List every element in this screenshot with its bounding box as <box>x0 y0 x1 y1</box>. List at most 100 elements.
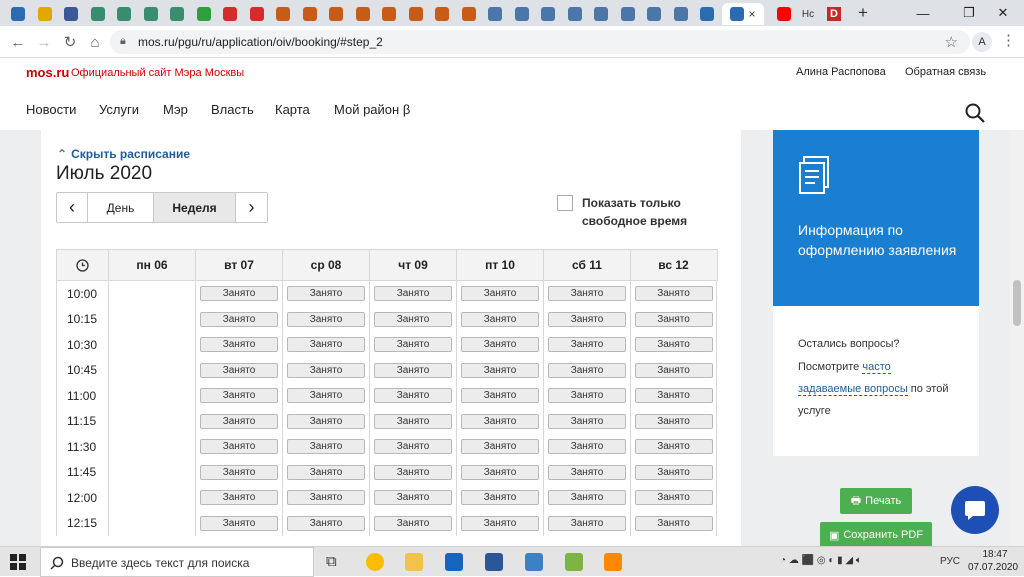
browser-tab[interactable] <box>642 3 666 25</box>
page-scrollbar[interactable] <box>1010 130 1024 546</box>
busy-slot[interactable]: Занято <box>461 311 539 327</box>
chrome-icon[interactable] <box>366 553 384 571</box>
busy-slot[interactable]: Занято <box>548 439 626 455</box>
busy-slot[interactable]: Занято <box>374 413 452 429</box>
browser-tab[interactable] <box>536 3 560 25</box>
search-icon[interactable] <box>964 102 986 124</box>
browser-tab[interactable]: Hc <box>796 3 820 25</box>
busy-slot[interactable]: Занято <box>374 515 452 531</box>
browser-tab[interactable] <box>377 3 401 25</box>
minimize-window-button[interactable]: — <box>900 0 946 26</box>
busy-slot[interactable]: Занято <box>200 388 278 404</box>
busy-slot[interactable]: Занято <box>461 286 539 302</box>
busy-slot[interactable]: Занято <box>287 362 365 378</box>
busy-slot[interactable]: Занято <box>634 311 713 327</box>
busy-slot[interactable]: Занято <box>461 515 539 531</box>
busy-slot[interactable]: Занято <box>200 515 278 531</box>
busy-slot[interactable]: Занято <box>374 439 452 455</box>
browser-tab[interactable] <box>563 3 587 25</box>
busy-slot[interactable]: Занято <box>634 286 713 302</box>
browser-tab[interactable] <box>165 3 189 25</box>
browser-tab[interactable] <box>351 3 375 25</box>
browser-tab[interactable] <box>271 3 295 25</box>
feedback-link[interactable]: Обратная связь <box>905 66 986 78</box>
busy-slot[interactable]: Занято <box>200 362 278 378</box>
busy-slot[interactable]: Занято <box>548 388 626 404</box>
browser-tab[interactable] <box>139 3 163 25</box>
nav-mayor[interactable]: Мэр <box>163 102 188 117</box>
day-view-button[interactable]: День <box>88 193 154 222</box>
busy-slot[interactable]: Занято <box>374 388 452 404</box>
busy-slot[interactable]: Занято <box>461 388 539 404</box>
browser-tab[interactable] <box>669 3 693 25</box>
save-pdf-button[interactable]: ▣ Сохранить PDF <box>820 522 932 546</box>
file-explorer-icon[interactable] <box>405 553 423 571</box>
next-period-button[interactable]: › <box>236 193 267 222</box>
outlook-icon[interactable] <box>445 553 463 571</box>
busy-slot[interactable]: Занято <box>461 464 539 480</box>
browser-tab[interactable] <box>510 3 534 25</box>
new-tab-button[interactable]: + <box>852 3 874 23</box>
site-tagline[interactable]: Официальный сайт Мэра Москвы <box>71 67 244 79</box>
reload-icon[interactable]: ↻ <box>60 32 80 52</box>
browser-tab[interactable] <box>218 3 242 25</box>
word-icon[interactable] <box>485 553 503 571</box>
busy-slot[interactable]: Занято <box>548 362 626 378</box>
busy-slot[interactable]: Занято <box>548 490 626 506</box>
home-icon[interactable]: ⌂ <box>85 32 105 52</box>
busy-slot[interactable]: Занято <box>634 490 713 506</box>
free-time-checkbox[interactable] <box>557 195 573 211</box>
busy-slot[interactable]: Занято <box>200 490 278 506</box>
busy-slot[interactable]: Занято <box>200 311 278 327</box>
busy-slot[interactable]: Занято <box>287 490 365 506</box>
busy-slot[interactable]: Занято <box>634 388 713 404</box>
vlc-icon[interactable] <box>604 553 622 571</box>
taskbar-search-input[interactable]: Введите здесь текст для поиска <box>40 547 314 577</box>
busy-slot[interactable]: Занято <box>200 413 278 429</box>
busy-slot[interactable]: Занято <box>287 337 365 353</box>
nav-government[interactable]: Власть <box>211 102 254 117</box>
photos-icon[interactable] <box>525 553 543 571</box>
busy-slot[interactable]: Занято <box>287 439 365 455</box>
browser-tab[interactable] <box>589 3 613 25</box>
busy-slot[interactable]: Занято <box>374 490 452 506</box>
browser-menu-icon[interactable]: ⋮ <box>1001 31 1016 49</box>
user-name-link[interactable]: Алина Распопова <box>796 66 886 78</box>
browser-tab[interactable] <box>192 3 216 25</box>
chat-button[interactable] <box>951 486 999 534</box>
busy-slot[interactable]: Занято <box>461 439 539 455</box>
clock-time[interactable]: 18:47 <box>980 549 1010 560</box>
busy-slot[interactable]: Занято <box>200 464 278 480</box>
nav-news[interactable]: Новости <box>26 102 76 117</box>
paint-icon[interactable] <box>565 553 583 571</box>
browser-tab[interactable] <box>483 3 507 25</box>
back-icon[interactable]: ← <box>8 32 28 52</box>
forward-icon[interactable]: → <box>34 32 54 52</box>
browser-tab[interactable] <box>430 3 454 25</box>
busy-slot[interactable]: Занято <box>374 311 452 327</box>
language-indicator[interactable]: РУС <box>940 556 960 567</box>
close-tab-icon[interactable]: × <box>748 7 755 21</box>
browser-tab[interactable] <box>616 3 640 25</box>
busy-slot[interactable]: Занято <box>548 337 626 353</box>
busy-slot[interactable]: Занято <box>548 515 626 531</box>
browser-tab[interactable] <box>324 3 348 25</box>
browser-tab[interactable] <box>245 3 269 25</box>
bookmark-star-icon[interactable]: ☆ <box>945 33 958 51</box>
browser-tab[interactable] <box>298 3 322 25</box>
clock-date[interactable]: 07.07.2020 <box>968 562 1018 573</box>
busy-slot[interactable]: Занято <box>287 286 365 302</box>
faq-link-part1[interactable]: часто <box>862 361 891 374</box>
week-view-button[interactable]: Неделя <box>154 193 236 222</box>
busy-slot[interactable]: Занято <box>287 311 365 327</box>
browser-tab[interactable] <box>33 3 57 25</box>
busy-slot[interactable]: Занято <box>634 337 713 353</box>
busy-slot[interactable]: Занято <box>634 439 713 455</box>
browser-tab[interactable] <box>112 3 136 25</box>
busy-slot[interactable]: Занято <box>200 286 278 302</box>
browser-tab[interactable] <box>457 3 481 25</box>
system-tray-icons[interactable]: ◔ ☁ ⬛ ◎ ◐ ▮ ◢ 🔈︎ <box>780 555 862 566</box>
busy-slot[interactable]: Занято <box>548 464 626 480</box>
busy-slot[interactable]: Занято <box>461 490 539 506</box>
scrollbar-thumb[interactable] <box>1013 280 1021 326</box>
